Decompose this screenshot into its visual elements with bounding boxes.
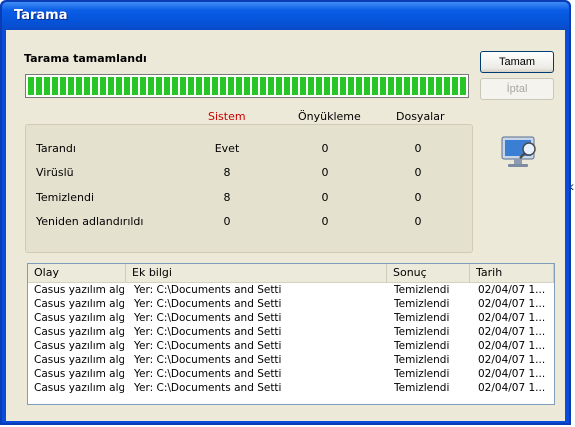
stat-value: 0 bbox=[321, 191, 329, 204]
log-cell-event: Casus yazılım alg... bbox=[34, 312, 124, 324]
log-cell-date: 02/04/07 1... bbox=[478, 340, 546, 352]
stat-value: 0 bbox=[414, 166, 422, 179]
stat-row-label: Virüslü bbox=[36, 166, 74, 179]
log-cell-date: 02/04/07 1... bbox=[478, 354, 546, 366]
scan-progress-bar bbox=[25, 74, 469, 98]
column-header-onyukleme: Önyükleme bbox=[298, 110, 361, 123]
log-cell-date: 02/04/07 1... bbox=[478, 312, 546, 324]
dialog-body: Tarama tamamlandı Tamam İptal Sistem Öny… bbox=[6, 30, 565, 421]
log-row[interactable]: Casus yazılım alg... Yer: C:\Documents an… bbox=[28, 353, 554, 367]
log-row[interactable]: Casus yazılım alg... Yer: C:\Documents an… bbox=[28, 339, 554, 353]
log-header-result[interactable]: Sonuç bbox=[387, 264, 470, 282]
column-header-dosyalar: Dosyalar bbox=[396, 110, 445, 123]
log-row[interactable]: Casus yazılım alg... Yer: C:\Documents an… bbox=[28, 283, 554, 297]
stat-value: 0 bbox=[223, 215, 231, 228]
log-cell-info: Yer: C:\Documents and Settin bbox=[134, 382, 282, 394]
cancel-button[interactable]: İptal bbox=[480, 78, 554, 100]
log-cell-event: Casus yazılım alg... bbox=[34, 326, 124, 338]
log-cell-event: Casus yazılım alg... bbox=[34, 284, 124, 296]
log-cell-date: 02/04/07 1... bbox=[478, 284, 546, 296]
stat-value: 0 bbox=[414, 215, 422, 228]
log-cell-info: Yer: C:\Documents and Settin bbox=[134, 340, 282, 352]
stat-value: 0 bbox=[321, 166, 329, 179]
log-cell-result: Temizlendi bbox=[394, 354, 450, 366]
stat-row-label: Tarandı bbox=[36, 142, 76, 155]
log-cell-result: Temizlendi bbox=[394, 312, 450, 324]
stat-value: 0 bbox=[321, 142, 329, 155]
log-cell-event: Casus yazılım alg... bbox=[34, 368, 124, 380]
log-cell-result: Temizlendi bbox=[394, 368, 450, 380]
log-cell-date: 02/04/07 1... bbox=[478, 368, 546, 380]
log-cell-result: Temizlendi bbox=[394, 326, 450, 338]
log-row[interactable]: Casus yazılım alg... Yer: C:\Documents an… bbox=[28, 367, 554, 381]
log-row[interactable]: Casus yazılım alg... Yer: C:\Documents an… bbox=[28, 297, 554, 311]
log-cell-result: Temizlendi bbox=[394, 382, 450, 394]
scan-progress-fill bbox=[28, 77, 466, 95]
log-cell-info: Yer: C:\Documents and Settin bbox=[134, 326, 282, 338]
log-cell-info: Yer: C:\Documents and Settir bbox=[134, 284, 282, 296]
log-cell-date: 02/04/07 1... bbox=[478, 298, 546, 310]
stat-value: 0 bbox=[414, 142, 422, 155]
log-header: Olay Ek bilgi Sonuç Tarih bbox=[28, 264, 554, 283]
log-cell-result: Temizlendi bbox=[394, 340, 450, 352]
scan-stats-panel: Tarandı Evet 0 0 Virüslü 8 0 0 Temizlend… bbox=[25, 124, 473, 253]
log-cell-event: Casus yazılım alg... bbox=[34, 382, 124, 394]
log-cell-info: Yer: C:\Documents and Settin bbox=[134, 312, 282, 324]
stat-value: 0 bbox=[321, 215, 329, 228]
log-cell-result: Temizlendi bbox=[394, 298, 450, 310]
log-cell-event: Casus yazılım alg... bbox=[34, 340, 124, 352]
stat-value: Evet bbox=[214, 142, 240, 155]
stat-row-label: Yeniden adlandırıldı bbox=[36, 215, 144, 228]
stat-value: 8 bbox=[223, 166, 231, 179]
log-cell-result: Temizlendi bbox=[394, 284, 450, 296]
log-header-info[interactable]: Ek bilgi bbox=[126, 264, 387, 282]
column-header-sistem: Sistem bbox=[208, 110, 246, 123]
log-row[interactable]: Casus yazılım alg... Yer: C:\Documents an… bbox=[28, 381, 554, 395]
log-row[interactable]: Casus yazılım alg... Yer: C:\Documents an… bbox=[28, 311, 554, 325]
log-cell-event: Casus yazılım alg... bbox=[34, 354, 124, 366]
log-cell-info: Yer: C:\Documents and Settin bbox=[134, 368, 282, 380]
scan-dialog: Tarama Tarama tamamlandı Tamam İptal Sis… bbox=[0, 0, 571, 425]
monitor-magnifier-icon bbox=[500, 134, 540, 172]
log-cell-event: Casus yazılım alg... bbox=[34, 298, 124, 310]
log-row[interactable]: Casus yazılım alg... Yer: C:\Documents an… bbox=[28, 325, 554, 339]
scan-status-label: Tarama tamamlandı bbox=[24, 52, 147, 65]
log-header-date[interactable]: Tarih bbox=[470, 264, 554, 282]
log-cell-info: Yer: C:\Documents and Settin bbox=[134, 298, 282, 310]
log-cell-date: 02/04/07 1... bbox=[478, 326, 546, 338]
stat-row-label: Temizlendi bbox=[36, 191, 94, 204]
stat-value: 8 bbox=[223, 191, 231, 204]
ok-button[interactable]: Tamam bbox=[480, 51, 554, 73]
stat-value: 0 bbox=[414, 191, 422, 204]
log-cell-info: Yer: C:\Documents and Settin bbox=[134, 354, 282, 366]
log-cell-date: 02/04/07 1... bbox=[478, 382, 546, 394]
title-bar[interactable]: Tarama bbox=[2, 2, 569, 30]
log-header-event[interactable]: Olay bbox=[28, 264, 126, 282]
scan-log-list[interactable]: Olay Ek bilgi Sonuç Tarih Casus yazılım … bbox=[27, 263, 555, 405]
window-title: Tarama bbox=[14, 8, 68, 23]
